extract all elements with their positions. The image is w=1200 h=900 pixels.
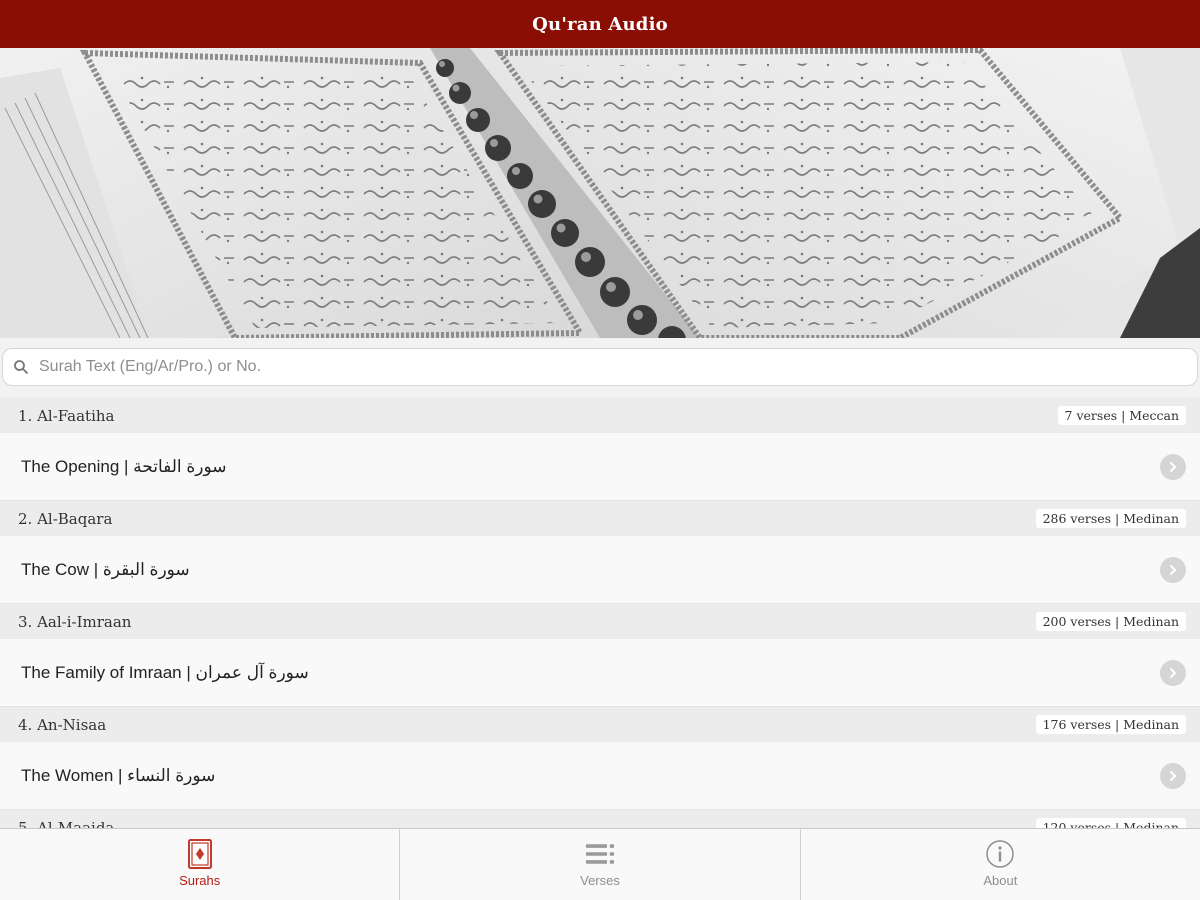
tab-about[interactable]: About: [801, 829, 1200, 900]
list-icon: [585, 839, 615, 869]
surah-number-name: 2. Al-Baqara: [18, 509, 113, 528]
hero-image-quran-book: [0, 48, 1200, 338]
surah-section-header: 5. Al-Maaida 120 verses | Medinan: [0, 810, 1200, 828]
surah-info-badge: 286 verses | Medinan: [1035, 509, 1186, 528]
surah-section-header: 4. An-Nisaa 176 verses | Medinan: [0, 707, 1200, 742]
chevron-right-icon[interactable]: [1160, 659, 1186, 686]
chevron-right-icon[interactable]: [1160, 556, 1186, 583]
surah-info-badge: 176 verses | Medinan: [1035, 715, 1186, 734]
surah-info-badge: 200 verses | Medinan: [1035, 612, 1186, 631]
surah-row[interactable]: The Cow | سورة البقرة: [0, 536, 1200, 604]
open-book-illustration: [0, 48, 1200, 338]
search-input[interactable]: [39, 358, 1139, 376]
tab-label: Surahs: [179, 873, 221, 888]
surah-title: The Opening | سورة الفاتحة: [21, 456, 227, 476]
tab-surahs[interactable]: Surahs: [0, 829, 401, 900]
tab-label: About: [983, 873, 1018, 888]
surah-title: The Family of Imraan | سورة آل عمران: [21, 662, 309, 682]
navigation-bar: Qu'ran Audio: [0, 0, 1200, 48]
app-title: Qu'ran Audio: [532, 13, 668, 35]
surah-number-name: 3. Aal-i-Imraan: [18, 612, 132, 631]
chevron-right-icon[interactable]: [1160, 453, 1186, 480]
surah-title: The Women | سورة النساء: [21, 765, 216, 785]
app-root: Qu'ran Audio Surah Text (Eng/Ar/Pro.) or…: [0, 0, 1200, 900]
info-icon: [985, 839, 1015, 869]
surah-section-header: 3. Aal-i-Imraan 200 verses | Medinan: [0, 604, 1200, 639]
surah-number-name: 1. Al-Faatiha: [18, 406, 115, 425]
surah-title: The Cow | سورة البقرة: [21, 559, 190, 579]
surah-info-badge: 7 verses | Meccan: [1057, 406, 1186, 425]
search-icon: [11, 357, 31, 377]
tab-label: Verses: [580, 873, 620, 888]
surah-row[interactable]: The Family of Imraan | سورة آل عمران: [0, 639, 1200, 707]
surah-list[interactable]: 1. Al-Faatiha 7 verses | Meccan The Open…: [0, 398, 1200, 828]
surah-number-name: 4. An-Nisaa: [18, 715, 107, 734]
surah-row[interactable]: The Opening | سورة الفاتحة: [0, 433, 1200, 501]
surah-info-badge: 120 verses | Medinan: [1035, 818, 1186, 828]
surah-section-header: 1. Al-Faatiha 7 verses | Meccan: [0, 398, 1200, 433]
tab-verses[interactable]: Verses: [400, 829, 801, 900]
search-box[interactable]: [2, 348, 1198, 386]
book-icon: [185, 839, 215, 869]
surah-number-name: 5. Al-Maaida: [18, 818, 115, 829]
surah-section-header: 2. Al-Baqara 286 verses | Medinan: [0, 501, 1200, 536]
chevron-right-icon[interactable]: [1160, 762, 1186, 789]
search-bar-container: [0, 338, 1200, 398]
tab-bar: Surahs Verses About: [0, 828, 1200, 900]
surah-row[interactable]: The Women | سورة النساء: [0, 742, 1200, 810]
